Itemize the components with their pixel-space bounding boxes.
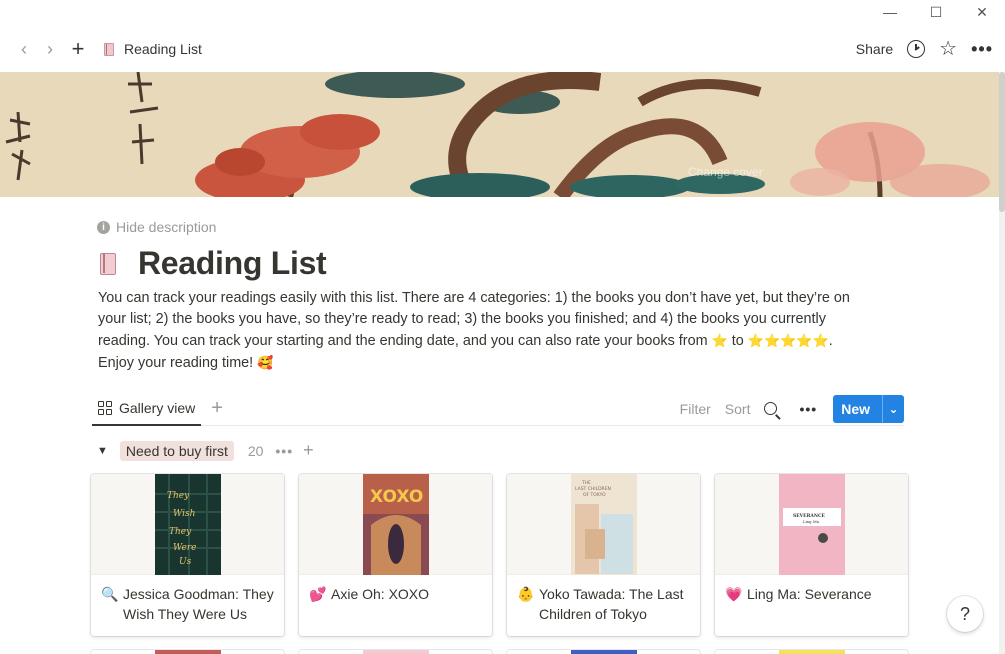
new-button-label[interactable]: New (833, 395, 882, 423)
gallery-card[interactable] (715, 650, 908, 654)
svg-text:They: They (169, 527, 192, 537)
breadcrumb-label: Reading List (124, 41, 202, 57)
new-page-icon[interactable]: + (66, 36, 90, 61)
group-more-icon[interactable]: ••• (275, 443, 293, 459)
card-title-text: Jessica Goodman: They Wish They Were Us (123, 586, 274, 622)
five-stars-emoji: ⭐⭐⭐⭐⭐ (747, 333, 829, 348)
svg-text:Wish: Wish (173, 509, 195, 519)
two-hearts-emoji-icon: 💕 (309, 586, 327, 602)
page-header: Reading List (100, 245, 327, 282)
view-more-icon[interactable]: ••• (799, 401, 817, 417)
card-title-text: Ling Ma: Severance (747, 586, 872, 602)
minimize-button[interactable]: — (867, 0, 913, 24)
svg-text:LAST CHILDREN: LAST CHILDREN (575, 486, 611, 492)
card-cover: XOXO (299, 474, 492, 575)
view-actions: Filter Sort ••• New ⌄ (680, 394, 904, 423)
smiling-hearts-emoji: 🥰 (257, 355, 274, 370)
star-emoji: ⭐ (711, 333, 728, 348)
share-button[interactable]: Share (856, 41, 893, 57)
cover-image: Change cover (0, 72, 1000, 197)
scrollbar-thumb[interactable] (999, 72, 1005, 212)
tab-label: Gallery view (119, 400, 196, 416)
baby-emoji-icon: 👶 (517, 586, 535, 602)
svg-text:OF TOKYO: OF TOKYO (583, 492, 606, 498)
card-title: 👶 Yoko Tawada: The Last Children of Toky… (507, 575, 700, 624)
gallery-card[interactable]: THE LAST CHILDREN OF TOKYO 👶 Yoko Tawada… (507, 474, 700, 636)
book-cover-image: They Wish They Were Us (154, 474, 221, 575)
add-view-button[interactable]: + (211, 397, 223, 420)
svg-text:Ling Ma: Ling Ma (803, 519, 820, 524)
card-cover: THE LAST CHILDREN OF TOKYO (507, 474, 700, 575)
topbar: ‹ › + Reading List Share ☆ ••• (0, 32, 1005, 66)
hide-description-label: Hide description (116, 219, 217, 235)
clock-icon[interactable] (907, 40, 926, 58)
help-button[interactable]: ? (947, 596, 983, 632)
info-icon: i (97, 220, 110, 234)
topbar-actions: Share ☆ ••• (856, 39, 993, 60)
card-title-text: Yoko Tawada: The Last Children of Tokyo (539, 586, 684, 622)
forward-icon[interactable]: › (38, 37, 62, 61)
gallery-card[interactable]: They Wish They Were Us 🔍 Jessica Goodman… (91, 474, 284, 636)
close-button[interactable]: ✕ (959, 0, 1005, 24)
book-icon (104, 42, 114, 56)
breadcrumb[interactable]: Reading List (104, 41, 202, 57)
search-icon[interactable] (764, 402, 778, 415)
gallery-card[interactable]: SEVERANCE Ling Ma 💗 Ling Ma: Severance (715, 474, 908, 636)
card-title: 💕 Axie Oh: XOXO (299, 575, 492, 604)
book-cover-image: XOXO (362, 474, 429, 575)
tab-gallery-view[interactable]: Gallery view (92, 392, 202, 426)
page-title[interactable]: Reading List (138, 245, 327, 282)
card-title-text: Axie Oh: XOXO (331, 586, 430, 602)
gallery-card[interactable]: XOXO 💕 Axie Oh: XOXO (299, 474, 492, 636)
svg-text:They: They (167, 491, 190, 501)
growing-heart-emoji-icon: 💗 (725, 586, 743, 602)
scrollbar[interactable] (999, 72, 1005, 654)
collapse-caret-icon[interactable]: ▼ (97, 445, 108, 457)
card-title: 🔍 Jessica Goodman: They Wish They Were U… (91, 575, 284, 624)
window-controls: — ☐ ✕ (867, 0, 1005, 24)
star-icon[interactable]: ☆ (939, 39, 957, 59)
svg-text:XOXO: XOXO (370, 487, 423, 507)
gallery-cards-row-2 (91, 650, 908, 654)
svg-text:Us: Us (179, 557, 192, 567)
card-title: 💗 Ling Ma: Severance (715, 575, 908, 604)
maximize-button[interactable]: ☐ (913, 0, 959, 24)
group-header: ▼ Need to buy first 20 ••• + (97, 440, 314, 461)
more-icon[interactable]: ••• (971, 39, 993, 60)
svg-text:Were: Were (173, 543, 196, 553)
description-to: to (727, 333, 748, 349)
magnifier-emoji-icon: 🔍 (101, 586, 119, 602)
book-icon[interactable] (100, 252, 116, 275)
card-cover: They Wish They Were Us (91, 474, 284, 575)
chevron-down-icon[interactable]: ⌄ (882, 394, 904, 423)
group-add-icon[interactable]: + (303, 440, 314, 461)
filter-button[interactable]: Filter (680, 401, 711, 417)
book-cover-image: SEVERANCE Ling Ma (778, 474, 845, 575)
group-count: 20 (247, 442, 264, 459)
gallery-card[interactable] (91, 650, 284, 654)
change-cover-button[interactable]: Change cover (688, 165, 763, 179)
new-button: New ⌄ (833, 394, 904, 423)
svg-text:THE: THE (581, 480, 591, 486)
cover-illustration (0, 72, 1000, 197)
database-view-bar: Gallery view + Filter Sort ••• New ⌄ (92, 392, 904, 426)
back-icon[interactable]: ‹ (12, 37, 36, 61)
page-description[interactable]: You can track your readings easily with … (98, 288, 858, 374)
group-tag[interactable]: Need to buy first (119, 440, 234, 461)
sort-button[interactable]: Sort (725, 401, 751, 417)
gallery-card[interactable] (299, 650, 492, 654)
book-cover-image: THE LAST CHILDREN OF TOKYO (570, 474, 637, 575)
hide-description-button[interactable]: i Hide description (97, 219, 216, 235)
gallery-cards: They Wish They Were Us 🔍 Jessica Goodman… (91, 474, 908, 636)
card-cover: SEVERANCE Ling Ma (715, 474, 908, 575)
gallery-grid-icon (98, 401, 112, 415)
gallery-card[interactable] (507, 650, 700, 654)
